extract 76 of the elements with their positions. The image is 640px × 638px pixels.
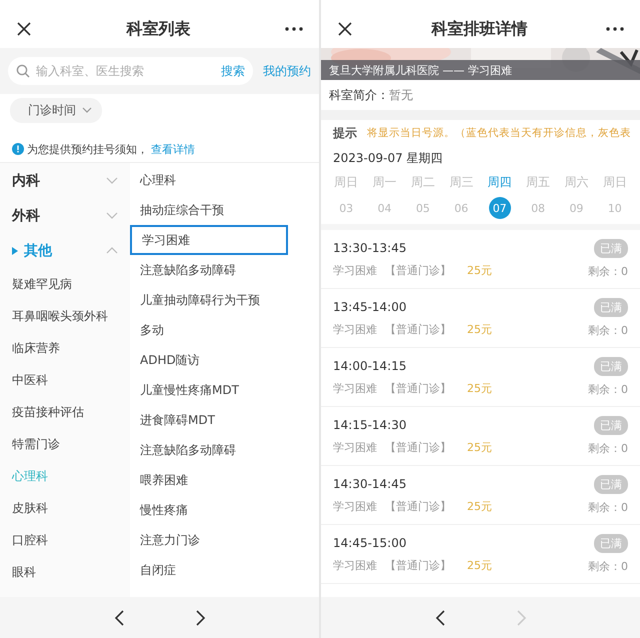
slot-price: 25元: [467, 322, 492, 336]
search-icon: [16, 64, 30, 78]
slot-time: 14:45-15:00: [333, 536, 408, 550]
slot-type: 【普通门诊】: [385, 262, 451, 278]
remaining-count: 剩余：0: [588, 559, 628, 574]
remaining-count: 剩余：0: [588, 500, 628, 515]
close-icon[interactable]: [16, 21, 32, 37]
slot-price: 25元: [467, 440, 492, 454]
chevron-down-icon: [82, 107, 92, 113]
chevron-down-icon: [106, 212, 118, 219]
more-icon[interactable]: [606, 27, 624, 31]
chevron-down-icon: [106, 177, 118, 184]
subcategory-item[interactable]: 特需门诊: [0, 428, 130, 460]
clinic-time-filter[interactable]: 门诊时间: [10, 98, 102, 122]
department-item[interactable]: 注意缺陷多动障碍: [130, 435, 319, 465]
screen-title: 科室排班详情: [432, 18, 528, 40]
department-item[interactable]: 儿童慢性疼痛MDT: [130, 375, 319, 405]
slot-time: 13:30-13:45: [333, 240, 408, 254]
slot-department: 学习困难: [333, 498, 377, 514]
department-item[interactable]: 抽动症综合干预: [130, 195, 319, 225]
tip-text: 将显示当日号源。（蓝色代表当天有开诊信息，灰色表: [367, 126, 631, 140]
notice-text: 为您提供预约挂号须知，: [27, 142, 148, 156]
screen-title: 科室列表: [126, 18, 190, 40]
slot-department: 学习困难: [333, 322, 377, 336]
slot-price: 25元: [467, 558, 492, 572]
slot-time: 14:30-14:45: [333, 476, 408, 490]
slot-time: 14:15-14:30: [333, 418, 408, 432]
subcategory-item[interactable]: 中医科: [0, 364, 130, 396]
department-item[interactable]: 注意力门诊: [130, 525, 319, 555]
slot-department: 学习困难: [333, 380, 377, 396]
remaining-count: 剩余：0: [588, 323, 628, 338]
department-item[interactable]: 进食障碍MDT: [130, 405, 319, 435]
department-item[interactable]: 儿童抽动障碍行为干预: [130, 285, 319, 315]
slot-type: 【普通门诊】: [385, 498, 451, 514]
subcategory-item[interactable]: 疑难罕见病: [0, 268, 130, 300]
subcategory-item[interactable]: 疫苗接种评估: [0, 396, 130, 428]
department-item[interactable]: 喂养困难: [130, 465, 319, 495]
department-item[interactable]: 自闭症: [130, 555, 319, 585]
slot-type: 【普通门诊】: [385, 322, 451, 336]
slot-type: 【普通门诊】: [385, 558, 451, 572]
chevron-up-icon: [106, 247, 118, 254]
subcategory-item[interactable]: 耳鼻咽喉头颈外科: [0, 300, 130, 332]
slot-type: 【普通门诊】: [385, 380, 451, 396]
more-icon[interactable]: [285, 27, 303, 31]
remaining-count: 剩余：0: [588, 382, 628, 397]
slot-department: 学习困难: [333, 558, 377, 572]
slot-price: 25元: [467, 498, 492, 514]
department-item[interactable]: ADHD随访: [130, 345, 319, 375]
slot-department: 学习困难: [333, 262, 377, 278]
subcategory-item[interactable]: 眼科: [0, 556, 130, 588]
slot-price: 25元: [467, 380, 492, 396]
department-item[interactable]: 学习困难: [130, 225, 288, 255]
intro-value: 暂无: [389, 86, 413, 104]
category-item[interactable]: 外科: [0, 198, 130, 233]
info-icon: [12, 143, 24, 155]
slot-department: 学习困难: [333, 440, 377, 454]
banner-caption: 复旦大学附属儿科医院 —— 学习困难: [329, 62, 512, 78]
tip-label: 提示: [333, 124, 357, 142]
department-item[interactable]: 多动: [130, 315, 319, 345]
department-item[interactable]: 慢性疼痛: [130, 495, 319, 525]
slot-type: 【普通门诊】: [385, 440, 451, 454]
slot-time: 14:00-14:15: [333, 358, 408, 372]
department-item[interactable]: 注意缺陷多动障碍: [130, 255, 319, 285]
close-icon[interactable]: [337, 21, 353, 37]
subcategory-item[interactable]: 口腔科: [0, 524, 130, 556]
slot-price: 25元: [467, 262, 492, 278]
subcategory-item[interactable]: 皮肤科: [0, 492, 130, 524]
date-label: 2023-09-07 星期四: [332, 150, 444, 166]
triangle-icon: [12, 246, 18, 254]
department-item[interactable]: 心理科: [130, 165, 319, 195]
intro-label: 科室简介：: [329, 86, 389, 104]
subcategory-item[interactable]: 临床营养: [0, 332, 130, 364]
remaining-count: 剩余：0: [588, 264, 628, 279]
slot-time: 13:45-14:00: [333, 300, 408, 314]
remaining-count: 剩余：0: [588, 441, 628, 456]
category-item[interactable]: 内科: [0, 163, 130, 198]
